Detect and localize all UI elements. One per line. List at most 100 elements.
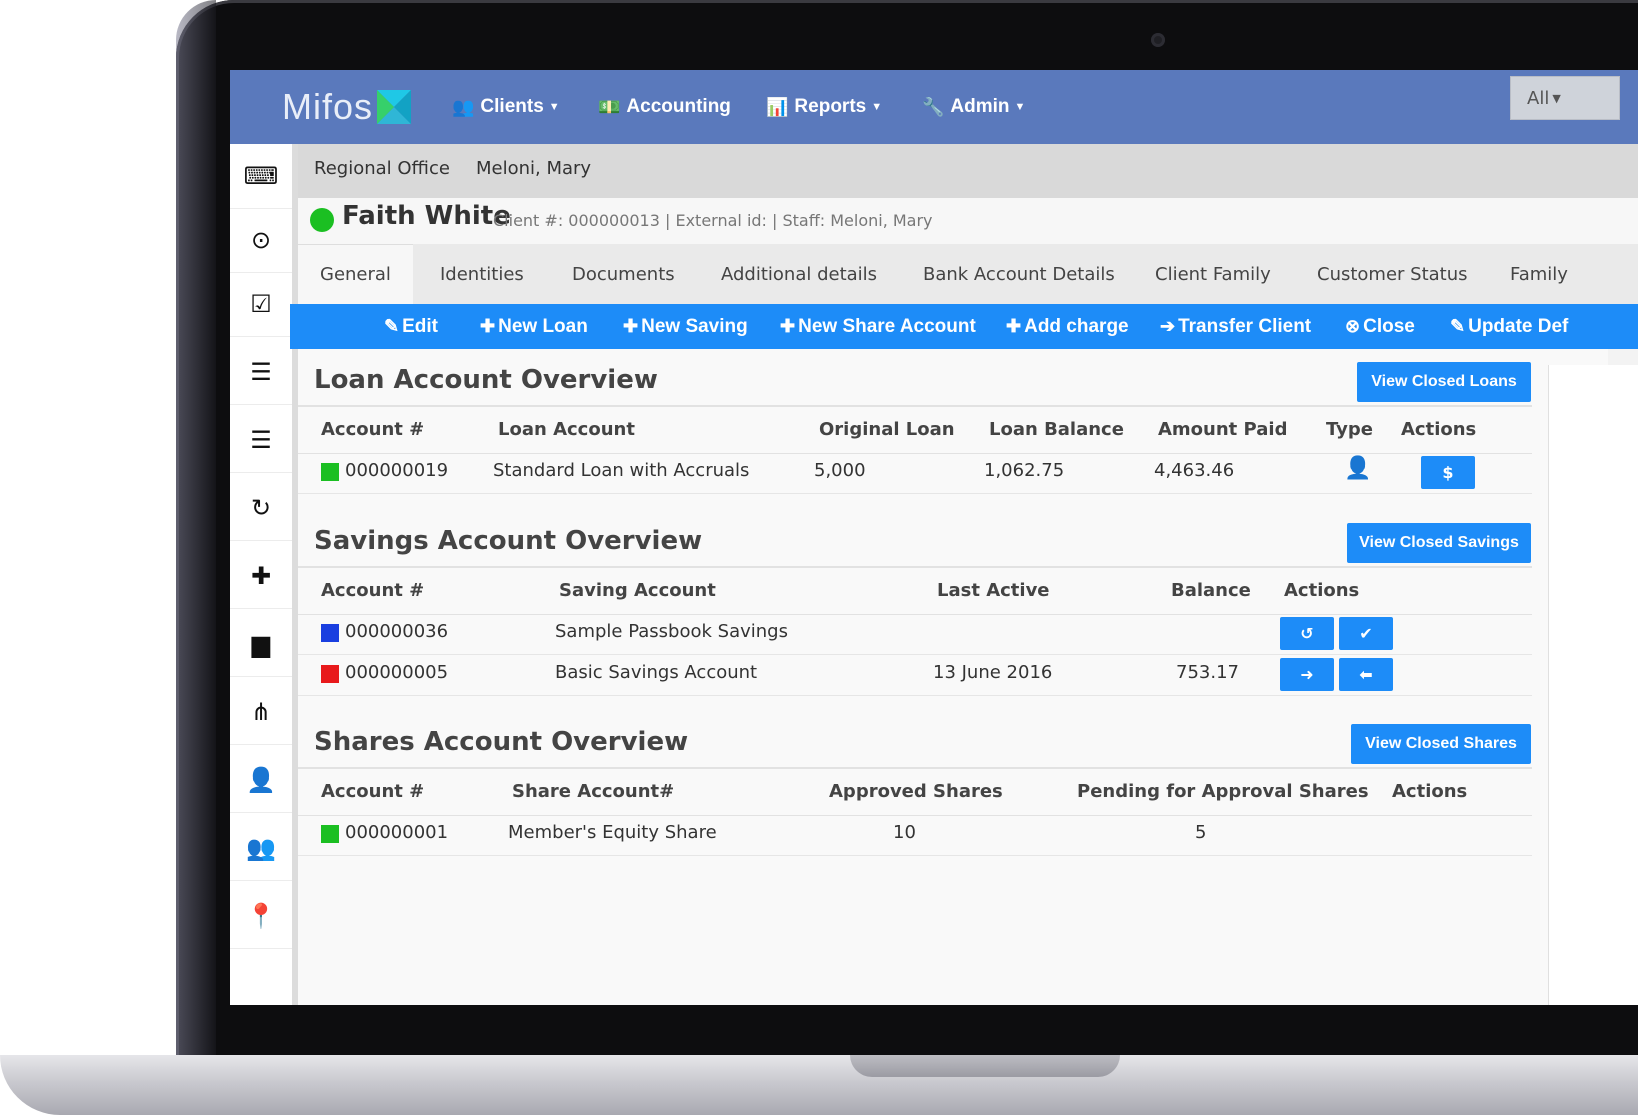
breadcrumb-staff[interactable]: Meloni, Mary	[476, 158, 591, 179]
server-icon[interactable]: ☰	[230, 340, 292, 405]
new-saving-label: New Saving	[641, 315, 748, 337]
brand-logo[interactable]: Mifos	[282, 82, 412, 132]
users-icon: 👥	[452, 96, 475, 117]
client-header: Faith White Client #: 000000013 | Extern…	[298, 198, 1638, 244]
add-charge-button[interactable]: ✚ Add charge	[1006, 304, 1129, 349]
status-square	[321, 624, 339, 642]
client-name: Faith White	[342, 201, 511, 231]
update-default-label: Update Def	[1468, 315, 1569, 337]
table-row[interactable]: 000000036 Sample Passbook Savings ↺ ✔	[298, 613, 1532, 655]
new-saving-button[interactable]: ✚ New Saving	[623, 304, 748, 349]
client-tabs: General Identities Documents Additional …	[298, 244, 1638, 304]
nav-reports[interactable]: 📊 Reports ▼	[766, 88, 882, 126]
plus-icon[interactable]: ✚	[230, 544, 292, 609]
savings-balance: 753.17	[1176, 662, 1239, 683]
view-closed-savings-button[interactable]: View Closed Savings	[1347, 523, 1531, 563]
savings-col-actions: Actions	[1284, 580, 1360, 601]
status-square	[321, 463, 339, 481]
status-square	[321, 665, 339, 683]
tab-bank-account-details[interactable]: Bank Account Details	[901, 244, 1137, 304]
app-screen: Mifos 👥 Clients ▼ 💵 Accounting 📊 Reports…	[230, 70, 1638, 1005]
table-row[interactable]: 000000005 Basic Savings Account 13 June …	[298, 654, 1532, 696]
server-icon-2[interactable]: ☰	[230, 408, 292, 473]
loan-product: Standard Loan with Accruals	[493, 460, 750, 481]
deposit-button[interactable]: ➜	[1280, 658, 1334, 691]
tab-customer-status[interactable]: Customer Status	[1295, 244, 1490, 304]
savings-last-active: 13 June 2016	[933, 662, 1053, 683]
group-icon[interactable]: 👥	[230, 816, 292, 881]
savings-col-balance: Balance	[1171, 580, 1251, 601]
nav-reports-label: Reports	[794, 96, 867, 117]
left-sidebar: ⌨ ⊙ ☑ ☰ ☰ ↻ ✚ ▆ ⋔ 👤 👥 📍	[230, 144, 298, 1005]
tab-client-family[interactable]: Client Family	[1133, 244, 1293, 304]
arrow-right-icon: ➔	[1160, 316, 1176, 336]
caret-down-icon: ▼	[871, 101, 883, 113]
loan-col-actions: Actions	[1401, 419, 1477, 440]
new-loan-label: New Loan	[498, 315, 588, 337]
shares-col-account: Account #	[321, 781, 425, 802]
plus-icon: ✚	[1006, 316, 1022, 336]
tab-identities[interactable]: Identities	[418, 244, 546, 304]
plus-icon: ✚	[780, 316, 796, 336]
caret-down-icon: ▼	[1552, 91, 1561, 105]
table-row[interactable]: 000000019 Standard Loan with Accruals 5,…	[298, 452, 1532, 494]
shares-col-pending: Pending for Approval Shares	[1077, 781, 1369, 802]
laptop-notch	[850, 1055, 1120, 1077]
breadcrumb-office[interactable]: Regional Office	[314, 158, 450, 179]
savings-account-number[interactable]: 000000036	[345, 621, 448, 642]
nav-admin[interactable]: 🔧 Admin ▼	[922, 88, 1025, 126]
tab-documents[interactable]: Documents	[550, 244, 697, 304]
scope-select[interactable]: All ▼	[1510, 76, 1620, 120]
savings-account-number[interactable]: 000000005	[345, 662, 448, 683]
share-approved: 10	[893, 822, 916, 843]
plus-icon: ✚	[623, 316, 639, 336]
savings-col-product: Saving Account	[559, 580, 716, 601]
compass-icon[interactable]: ⊙	[230, 208, 292, 273]
map-marker-icon[interactable]: 📍	[230, 884, 292, 949]
tab-general[interactable]: General	[298, 244, 413, 304]
tab-additional-details[interactable]: Additional details	[699, 244, 899, 304]
nav-accounting[interactable]: 💵 Accounting	[598, 88, 731, 126]
view-closed-shares-button[interactable]: View Closed Shares	[1351, 724, 1531, 764]
refresh-icon[interactable]: ↻	[230, 476, 292, 541]
loan-account-number[interactable]: 000000019	[345, 460, 448, 481]
savings-col-last-active: Last Active	[937, 580, 1050, 601]
undo-approval-button[interactable]: ↺	[1280, 617, 1334, 650]
folder-icon[interactable]: ▆	[230, 612, 292, 677]
loan-col-product: Loan Account	[498, 419, 635, 440]
status-square	[321, 825, 339, 843]
brand-text: Mifos	[282, 86, 374, 127]
nav-clients[interactable]: 👥 Clients ▼	[452, 88, 560, 126]
user-icon[interactable]: 👤	[230, 748, 292, 813]
repayment-button[interactable]: $	[1421, 456, 1475, 489]
shares-table-header: Account # Share Account# Approved Shares…	[298, 767, 1532, 816]
new-loan-button[interactable]: ✚ New Loan	[480, 304, 588, 349]
mifos-x-icon	[377, 90, 412, 124]
keyboard-icon[interactable]: ⌨	[230, 144, 292, 209]
shares-col-product: Share Account#	[512, 781, 675, 802]
update-default-button[interactable]: ✎ Update Def	[1450, 304, 1568, 349]
edit-button[interactable]: ✎ Edit	[384, 304, 438, 349]
withdraw-button[interactable]: ⬅	[1339, 658, 1393, 691]
view-closed-loans-button[interactable]: View Closed Loans	[1357, 362, 1531, 402]
new-share-account-button[interactable]: ✚ New Share Account	[780, 304, 976, 349]
scope-select-value: All	[1527, 87, 1550, 109]
loan-col-balance: Loan Balance	[989, 419, 1124, 440]
nav-clients-label: Clients	[480, 96, 544, 117]
activate-button[interactable]: ✔	[1339, 617, 1393, 650]
savings-product: Sample Passbook Savings	[555, 621, 788, 642]
close-circle-icon: ⊗	[1345, 316, 1361, 336]
edit-icon: ✎	[1450, 316, 1466, 336]
loan-col-original: Original Loan	[819, 419, 955, 440]
table-row[interactable]: 000000001 Member's Equity Share 10 5	[298, 814, 1532, 856]
share-account-number[interactable]: 000000001	[345, 822, 448, 843]
close-label: Close	[1363, 315, 1415, 337]
checkbox-icon[interactable]: ☑	[230, 272, 292, 337]
tab-family[interactable]: Family	[1488, 244, 1590, 304]
caret-down-icon: ▼	[1014, 101, 1026, 113]
sitemap-icon[interactable]: ⋔	[230, 680, 292, 745]
close-button[interactable]: ⊗ Close	[1345, 304, 1415, 349]
transfer-client-button[interactable]: ➔ Transfer Client	[1160, 304, 1311, 349]
edit-icon: ✎	[384, 316, 400, 336]
savings-section-title: Savings Account Overview	[314, 526, 703, 556]
